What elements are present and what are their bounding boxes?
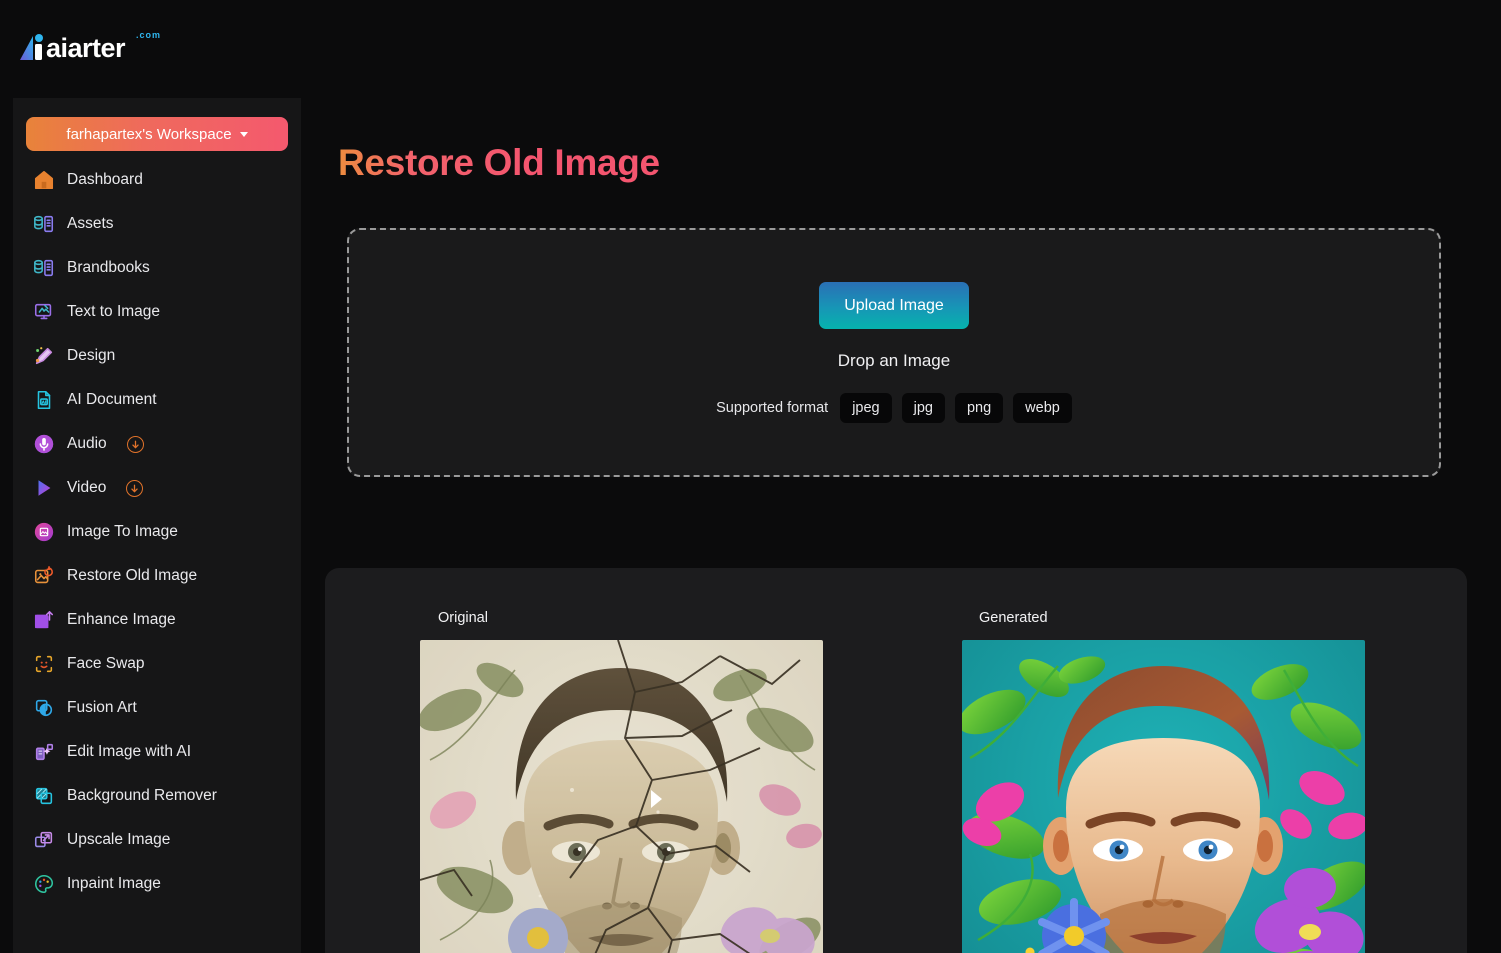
drop-image-label: Drop an Image bbox=[837, 351, 951, 370]
design-brush-icon bbox=[33, 345, 55, 367]
chevron-down-icon bbox=[239, 131, 248, 137]
logo-dot-icon bbox=[35, 34, 43, 42]
restore-old-image-icon bbox=[33, 565, 55, 587]
upload-image-button[interactable]: Upload Image bbox=[819, 282, 969, 329]
chevron-down-circle-icon[interactable] bbox=[126, 435, 144, 453]
supported-format-label: Supported format bbox=[716, 400, 829, 416]
format-tag-png[interactable]: png bbox=[954, 393, 1004, 423]
sidebar-item-background-remover[interactable]: Background Remover bbox=[13, 781, 301, 811]
sidebar-item-label: Audio bbox=[67, 435, 107, 452]
brand-name: aiarter bbox=[46, 32, 126, 63]
original-column-label: Original bbox=[438, 610, 488, 626]
assets-stack-icon bbox=[33, 213, 55, 235]
sidebar-item-face-swap[interactable]: Face Swap bbox=[13, 649, 301, 679]
format-tag-jpeg[interactable]: jpeg bbox=[840, 393, 892, 423]
fusion-art-icon bbox=[33, 697, 55, 719]
edit-image-ai-icon bbox=[33, 741, 55, 763]
original-image[interactable] bbox=[420, 640, 823, 953]
inpaint-palette-icon bbox=[33, 873, 55, 895]
video-play-icon bbox=[33, 477, 55, 499]
sidebar-item-inpaint-image[interactable]: Inpaint Image bbox=[13, 869, 301, 899]
background-remover-icon bbox=[33, 785, 55, 807]
sidebar: farhapartex's Workspace Dashboard Assets B… bbox=[13, 98, 301, 953]
sidebar-item-upscale-image[interactable]: Upscale Image bbox=[13, 825, 301, 855]
sidebar-item-ai-document[interactable]: AI Document bbox=[13, 385, 301, 415]
sidebar-item-enhance-image[interactable]: Enhance Image bbox=[13, 605, 301, 635]
sidebar-item-label: Enhance Image bbox=[67, 611, 176, 628]
format-tag-webp[interactable]: webp bbox=[1013, 393, 1072, 423]
sidebar-item-restore-old-image[interactable]: Restore Old Image bbox=[13, 561, 301, 591]
sidebar-item-image-to-image[interactable]: Image To Image bbox=[13, 517, 301, 547]
sidebar-item-label: Design bbox=[67, 347, 116, 364]
sidebar-item-label: Fusion Art bbox=[67, 699, 137, 716]
sidebar-item-design[interactable]: Design bbox=[13, 341, 301, 371]
sidebar-item-label: Edit Image with AI bbox=[67, 743, 192, 760]
sidebar-item-label: Dashboard bbox=[67, 171, 143, 188]
sidebar-item-label: Upscale Image bbox=[67, 831, 171, 848]
brand-logo[interactable]: aiarter .com bbox=[16, 26, 196, 70]
sidebar-item-assets[interactable]: Assets bbox=[13, 209, 301, 239]
sidebar-nav: Dashboard Assets Brandbooks Text to Image De… bbox=[13, 165, 301, 899]
audio-microphone-icon bbox=[33, 433, 55, 455]
sidebar-item-label: Face Swap bbox=[67, 655, 145, 672]
sidebar-item-label: AI Document bbox=[67, 391, 157, 408]
main-content: Restore Old Image Upload Image Drop an I… bbox=[301, 70, 1501, 953]
upload-dropzone[interactable]: Upload Image Drop an Image Supported for… bbox=[347, 228, 1441, 477]
generated-image[interactable] bbox=[962, 640, 1365, 953]
supported-formats-row: Supported format jpeg jpg png webp bbox=[716, 393, 1072, 423]
sidebar-item-label: Background Remover bbox=[67, 787, 217, 804]
app-root: aiarter .com farhapartex's Workspace Das… bbox=[0, 0, 1501, 953]
results-panel: Original Generated bbox=[325, 568, 1467, 953]
sidebar-item-fusion-art[interactable]: Fusion Art bbox=[13, 693, 301, 723]
workspace-label: farhapartex's Workspace bbox=[66, 125, 232, 143]
sidebar-item-audio[interactable]: Audio bbox=[13, 429, 301, 459]
sidebar-item-label: Brandbooks bbox=[67, 259, 150, 276]
upscale-image-icon bbox=[33, 829, 55, 851]
sidebar-item-video[interactable]: Video bbox=[13, 473, 301, 503]
face-swap-icon bbox=[33, 653, 55, 675]
aiarter-logo-icon bbox=[16, 31, 50, 65]
generated-column-label: Generated bbox=[979, 610, 1048, 626]
page-title: Restore Old Image bbox=[338, 142, 660, 183]
sidebar-item-brandbooks[interactable]: Brandbooks bbox=[13, 253, 301, 283]
sidebar-item-label: Video bbox=[67, 479, 107, 496]
sidebar-item-label: Image To Image bbox=[67, 523, 178, 540]
chevron-down-circle-icon[interactable] bbox=[126, 479, 144, 497]
text-to-image-icon bbox=[33, 301, 55, 323]
sidebar-item-text-to-image[interactable]: Text to Image bbox=[13, 297, 301, 327]
brand-suffix: .com bbox=[136, 30, 162, 40]
enhance-image-icon bbox=[33, 609, 55, 631]
workspace-switcher-button[interactable]: farhapartex's Workspace bbox=[26, 117, 288, 151]
image-to-image-icon bbox=[33, 521, 55, 543]
carousel-prev-arrow-icon[interactable] bbox=[651, 790, 662, 808]
format-tag-list: jpeg jpg png webp bbox=[840, 393, 1072, 423]
brandbooks-stack-icon bbox=[33, 257, 55, 279]
ai-document-icon bbox=[33, 389, 55, 411]
sidebar-item-dashboard[interactable]: Dashboard bbox=[13, 165, 301, 195]
sidebar-item-label: Text to Image bbox=[67, 303, 161, 320]
format-tag-jpg[interactable]: jpg bbox=[901, 393, 945, 423]
sidebar-item-edit-image-with-ai[interactable]: Edit Image with AI bbox=[13, 737, 301, 767]
sidebar-item-label: Restore Old Image bbox=[67, 567, 198, 584]
home-icon bbox=[33, 169, 55, 191]
sidebar-item-label: Assets bbox=[67, 215, 114, 232]
sidebar-item-label: Inpaint Image bbox=[67, 875, 161, 892]
